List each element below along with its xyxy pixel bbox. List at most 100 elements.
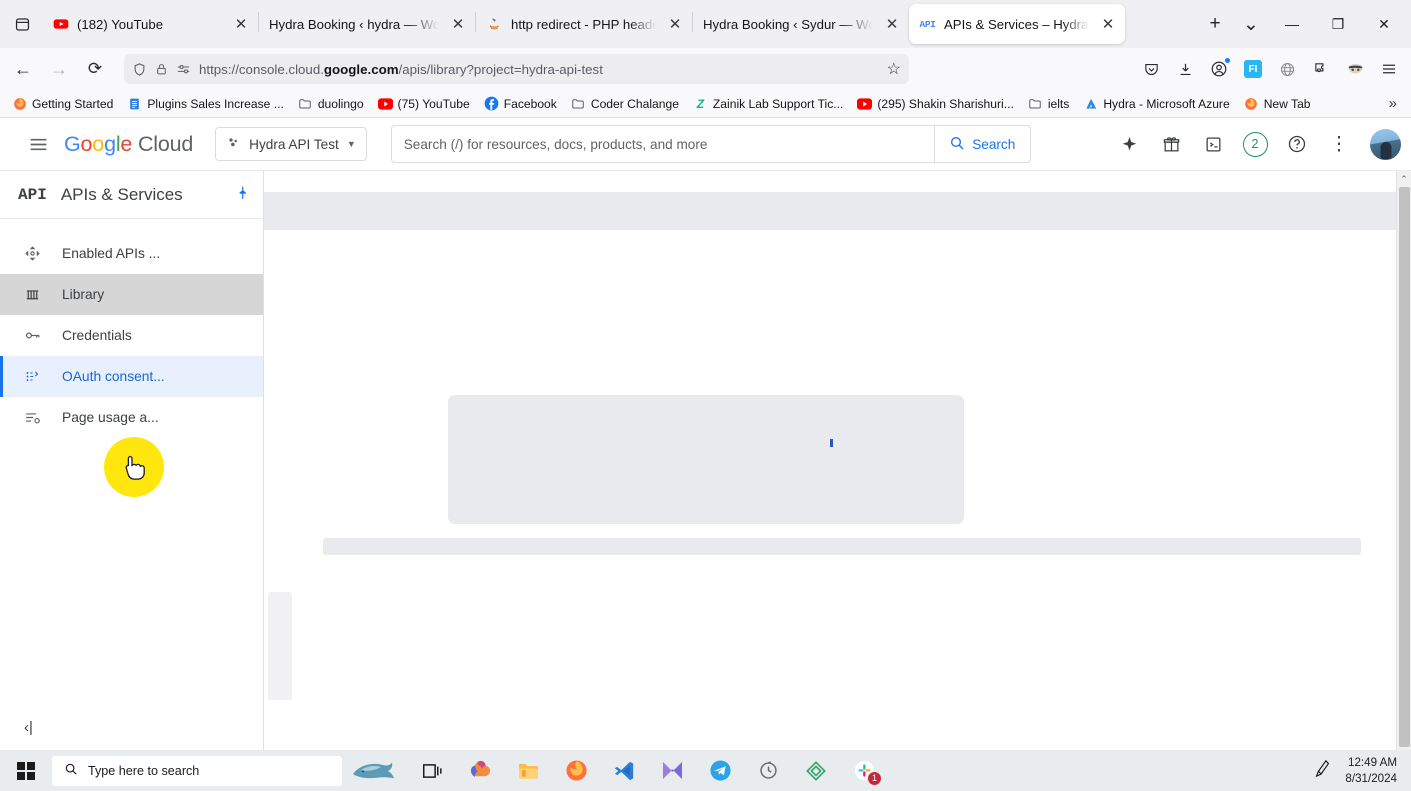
bookmark-hydra-azure[interactable]: Hydra - Microsoft Azure — [1077, 93, 1235, 114]
puzzle-extension-icon[interactable] — [1305, 53, 1337, 85]
tab-list-icon[interactable] — [2, 4, 42, 44]
tab-close-icon[interactable]: ✕ — [447, 13, 469, 35]
taskbar-search-input[interactable]: Type here to search — [52, 755, 342, 786]
page-scrollbar[interactable]: ⌃ ⌄ — [1396, 171, 1411, 750]
tab-close-icon[interactable]: ✕ — [664, 13, 686, 35]
bookmark-zainik-lab[interactable]: Z Zainik Lab Support Tic... — [687, 93, 849, 114]
list-all-tabs-icon[interactable]: ⌄ — [1233, 6, 1269, 42]
cloud-shell-icon[interactable] — [1194, 125, 1232, 163]
bookmarks-overflow-icon[interactable]: » — [1381, 95, 1405, 112]
telegram-icon[interactable] — [698, 752, 742, 790]
address-bar[interactable]: https://console.cloud.google.com/apis/li… — [124, 54, 909, 84]
bookmark-duolingo[interactable]: duolingo — [292, 93, 370, 114]
bookmark-new-tab[interactable]: New Tab — [1238, 93, 1317, 114]
tab-0[interactable]: (182) YouTube ✕ — [42, 4, 258, 44]
copilot-icon[interactable] — [458, 752, 502, 790]
windows-taskbar: Type here to search 1 12:49 AM 8/31/2024 — [0, 750, 1411, 791]
notification-badge: 1 — [867, 770, 882, 786]
taskbar-search-placeholder: Type here to search — [88, 763, 200, 778]
bookmark-ielts[interactable]: ielts — [1022, 93, 1076, 114]
tab-2[interactable]: http redirect - PHP header(Location...) … — [476, 4, 692, 44]
pin-icon[interactable] — [234, 185, 249, 204]
bookmark-facebook[interactable]: Facebook — [478, 93, 563, 114]
maximize-button[interactable]: ❐ — [1315, 0, 1361, 48]
folder-icon — [298, 96, 313, 111]
bookmark-youtube-75[interactable]: (75) YouTube — [372, 93, 476, 114]
scroll-up-arrow-icon[interactable]: ⌃ — [1400, 171, 1408, 187]
bookmark-star-icon[interactable]: ☆ — [887, 59, 901, 79]
forward-button[interactable]: → — [42, 53, 76, 85]
tab-close-icon[interactable]: ✕ — [230, 13, 252, 35]
taskbar-clock[interactable]: 12:49 AM 8/31/2024 — [1345, 755, 1397, 786]
bookmark-label: Facebook — [503, 96, 557, 111]
page-usage-icon — [22, 409, 42, 426]
sidebar-item-label: Library — [62, 287, 105, 302]
main-content-loading — [264, 171, 1411, 750]
clock-time: 12:49 AM — [1348, 755, 1397, 769]
help-icon[interactable] — [1278, 125, 1316, 163]
tracking-shield-icon[interactable] — [132, 62, 147, 77]
windows-start-icon[interactable] — [4, 750, 48, 791]
site-permissions-icon[interactable] — [176, 62, 191, 77]
notifications-icon[interactable]: 2 — [1236, 125, 1274, 163]
downloads-icon[interactable] — [1169, 53, 1201, 85]
close-window-button[interactable]: ✕ — [1361, 0, 1407, 48]
bookmarks-bar: Getting Started Plugins Sales Increase .… — [0, 90, 1411, 118]
slack-icon[interactable]: 1 — [842, 752, 886, 790]
skeleton-left-block — [268, 592, 292, 700]
sidebar-item-enabled-apis[interactable]: Enabled APIs ... — [0, 233, 263, 274]
url-text[interactable]: https://console.cloud.google.com/apis/li… — [199, 62, 879, 77]
file-explorer-icon[interactable] — [506, 752, 550, 790]
bookmark-plugins-sales[interactable]: Plugins Sales Increase ... — [121, 93, 289, 114]
collapse-sidebar-button[interactable]: ‹| — [0, 704, 263, 750]
skeleton-wide-bar — [323, 538, 1361, 555]
reload-button[interactable]: ⟳ — [78, 53, 112, 85]
task-view-icon[interactable] — [410, 752, 454, 790]
sidebar-item-page-usage[interactable]: Page usage a... — [0, 397, 263, 438]
user-avatar[interactable] — [1370, 128, 1401, 160]
skeleton-top-bar — [264, 192, 1411, 230]
back-button[interactable]: ← — [6, 53, 40, 85]
sidebar-item-oauth-consent[interactable]: OAuth consent... — [0, 356, 263, 397]
search-button[interactable]: Search — [933, 126, 1030, 162]
app-menu-icon[interactable] — [1373, 53, 1405, 85]
mouse-pointer-icon — [124, 455, 146, 481]
movie-maker-icon[interactable] — [650, 752, 694, 790]
clock-icon[interactable] — [746, 752, 790, 790]
padlock-icon[interactable] — [155, 62, 168, 77]
account-icon[interactable] — [1203, 53, 1235, 85]
tab-4-active[interactable]: API APIs & Services – Hydra API Test ✕ — [909, 4, 1125, 44]
bookmark-shakin-sharishuri[interactable]: (295) Shakin Sharishuri... — [851, 93, 1019, 114]
project-selector[interactable]: Hydra API Test ▼ — [215, 127, 367, 161]
vscode-icon[interactable] — [602, 752, 646, 790]
pen-tray-icon[interactable] — [1314, 759, 1331, 783]
tab-close-icon[interactable]: ✕ — [881, 13, 903, 35]
pocket-icon[interactable] — [1135, 53, 1167, 85]
gift-icon[interactable] — [1152, 125, 1190, 163]
mask-extension-icon[interactable] — [1339, 53, 1371, 85]
diamond-app-icon[interactable] — [794, 752, 838, 790]
bookmark-label: duolingo — [317, 96, 364, 111]
bookmark-getting-started[interactable]: Getting Started — [6, 93, 119, 114]
sidebar-item-library[interactable]: Library — [0, 274, 263, 315]
bookmark-coder-chalange[interactable]: Coder Chalange — [565, 93, 685, 114]
fi-extension-icon[interactable]: FI — [1237, 53, 1269, 85]
sidebar-item-credentials[interactable]: Credentials — [0, 315, 263, 356]
tab-close-icon[interactable]: ✕ — [1097, 13, 1119, 35]
skeleton-hero-card — [448, 395, 964, 524]
scrollbar-thumb[interactable] — [1399, 187, 1410, 747]
search-input[interactable]: Search (/) for resources, docs, products… — [392, 126, 934, 162]
google-cloud-logo[interactable]: Google Cloud — [64, 132, 193, 157]
sidebar-item-label: Credentials — [62, 328, 132, 343]
tab-label: (182) YouTube — [77, 16, 164, 32]
gemini-sparkle-icon[interactable] — [1110, 125, 1148, 163]
bookmark-label: ielts — [1047, 96, 1070, 111]
hamburger-menu-icon[interactable] — [18, 124, 58, 164]
new-tab-button[interactable]: + — [1197, 6, 1233, 42]
tab-3[interactable]: Hydra Booking ‹ Sydur — WordPress ✕ — [693, 4, 909, 44]
minimize-button[interactable]: — — [1269, 0, 1315, 48]
globe-extension-icon[interactable] — [1271, 53, 1303, 85]
tab-1[interactable]: Hydra Booking ‹ hydra — WordPress ✕ — [259, 4, 475, 44]
firefox-icon[interactable] — [554, 752, 598, 790]
more-options-icon[interactable]: ⋮ — [1320, 125, 1358, 163]
